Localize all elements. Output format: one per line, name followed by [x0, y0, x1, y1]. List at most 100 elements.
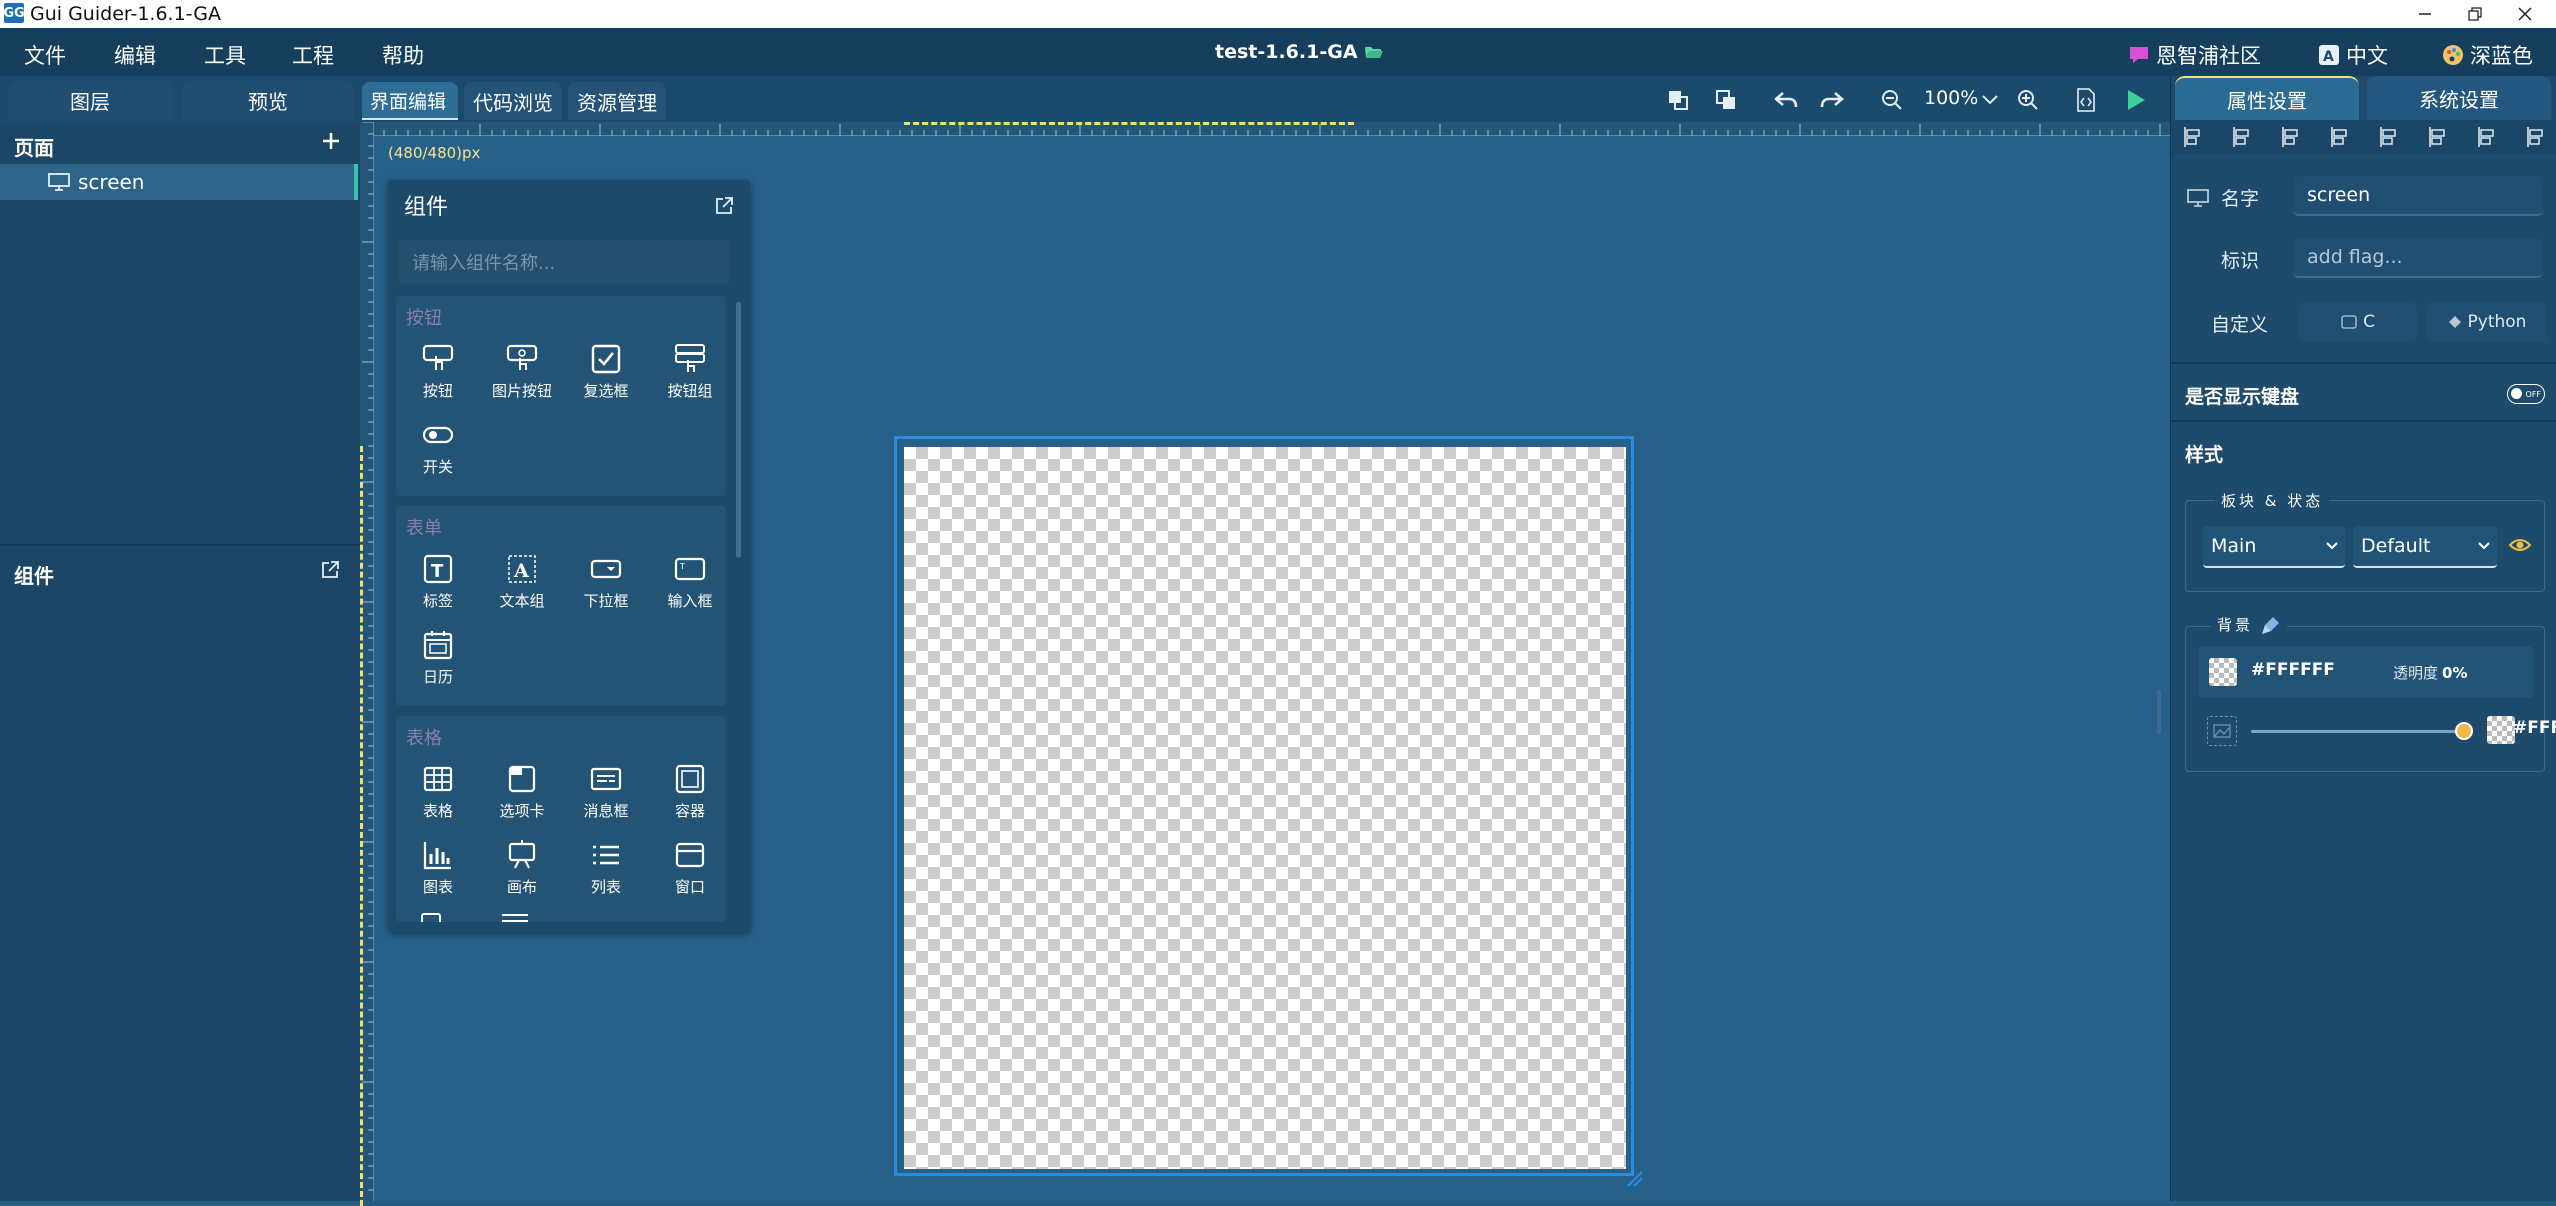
gradient-slider-track[interactable]: [2251, 730, 2463, 733]
widget-list[interactable]: 列表: [566, 838, 646, 906]
theme-switch[interactable]: 深蓝色: [2442, 40, 2533, 70]
widget-window[interactable]: 窗口: [650, 838, 726, 906]
name-label: 名字: [2221, 188, 2260, 210]
bg-color-value[interactable]: #FFFFFF: [2251, 660, 2335, 680]
component-search-input[interactable]: 请输入组件名称...: [398, 240, 730, 284]
opacity-readout[interactable]: 透明度 0%: [2393, 662, 2467, 683]
align-center-v-icon[interactable]: [2380, 127, 2396, 147]
brush-icon[interactable]: [2261, 615, 2281, 635]
undo-icon[interactable]: [1770, 84, 1802, 116]
gradient-image-icon[interactable]: [2207, 716, 2237, 746]
window-icon: [673, 838, 707, 872]
widget-button-group[interactable]: 按钮组: [650, 342, 730, 410]
state-select[interactable]: Default: [2353, 526, 2497, 568]
tab-layers[interactable]: 图层: [8, 80, 172, 120]
zoom-level[interactable]: 100%: [1924, 87, 1978, 109]
flag-label: 标识: [2221, 250, 2260, 272]
widget-container[interactable]: 容器: [650, 762, 726, 830]
group-form: 表单 T 标签 A 文本组 下拉框 T 输入框 日历: [396, 506, 726, 706]
right-panel: 属性设置 系统设置 名字 screen 标识 add flag... 自定义 C…: [2170, 76, 2556, 1201]
python-icon: [2448, 316, 2461, 328]
widget-tabview[interactable]: 选项卡: [482, 762, 562, 830]
monitor-icon: [48, 173, 70, 191]
widget-text-input[interactable]: T 输入框: [650, 552, 730, 620]
left-panel: 页面 screen 组件: [0, 122, 360, 1201]
eye-icon[interactable]: [2509, 535, 2531, 555]
menu-file[interactable]: 文件: [24, 40, 66, 70]
custom-python-button[interactable]: Python: [2427, 302, 2547, 342]
gradient-slider-knob[interactable]: [2455, 722, 2473, 740]
menu-edit[interactable]: 编辑: [114, 40, 156, 70]
partial-widget-icon: [414, 912, 448, 922]
widget-chart[interactable]: 图表: [398, 838, 478, 906]
restore-button[interactable]: [2450, 0, 2500, 28]
widget-button[interactable]: 按钮: [398, 342, 478, 410]
menu-project[interactable]: 工程: [292, 40, 334, 70]
text-input-icon: T: [673, 552, 707, 586]
part-select[interactable]: Main: [2203, 526, 2345, 568]
panel-splitter[interactable]: [2157, 690, 2161, 734]
align-top-icon[interactable]: [2331, 127, 2347, 147]
align-center-h-icon[interactable]: [2233, 127, 2249, 147]
bg-color-swatch[interactable]: [2209, 658, 2237, 686]
popout-icon[interactable]: [714, 196, 734, 216]
widget-checkbox[interactable]: 复选框: [566, 342, 646, 410]
generate-code-icon[interactable]: [2070, 84, 2102, 116]
tab-system-settings[interactable]: 系统设置: [2367, 76, 2551, 120]
keyboard-toggle[interactable]: OFF: [2507, 384, 2545, 404]
grad-color-value[interactable]: #FFFFFF: [2513, 718, 2556, 738]
align-left-icon[interactable]: [2184, 127, 2200, 147]
align-bottom-icon[interactable]: [2429, 127, 2445, 147]
menu-tools[interactable]: 工具: [204, 40, 246, 70]
tab-preview[interactable]: 预览: [182, 80, 354, 120]
component-window-header: 组件: [388, 180, 750, 230]
widget-calendar[interactable]: 日历: [398, 628, 478, 696]
component-scrollbar[interactable]: [736, 302, 741, 558]
tab-resource-mgmt[interactable]: 资源管理: [568, 82, 666, 120]
bring-front-icon[interactable]: [1662, 84, 1694, 116]
opacity-value: 0%: [2442, 663, 2468, 682]
tab-code-browse[interactable]: 代码浏览: [464, 82, 562, 120]
distribute-v-icon[interactable]: [2478, 127, 2494, 147]
popout-icon[interactable]: [320, 560, 340, 580]
group-title: 表单: [406, 518, 442, 539]
distribute-h-icon[interactable]: [2527, 127, 2543, 147]
tabview-icon: [505, 762, 539, 796]
align-right-icon[interactable]: [2282, 127, 2298, 147]
widget-label[interactable]: T 标签: [398, 552, 478, 620]
dropdown-icon: [589, 552, 623, 586]
custom-c-button[interactable]: C: [2299, 302, 2417, 342]
menu-help[interactable]: 帮助: [382, 40, 424, 70]
minimize-button[interactable]: [2400, 0, 2450, 28]
widget-text-area[interactable]: A 文本组: [482, 552, 562, 620]
widget-switch[interactable]: 开关: [398, 418, 478, 486]
tab-ui-edit[interactable]: 界面编辑: [362, 82, 458, 120]
widget-dropdown[interactable]: 下拉框: [566, 552, 646, 620]
close-button[interactable]: [2500, 0, 2550, 28]
name-input[interactable]: screen: [2293, 176, 2543, 216]
flag-input[interactable]: add flag...: [2293, 238, 2543, 278]
svg-text:A: A: [513, 560, 529, 582]
widget-canvas[interactable]: 画布: [482, 838, 562, 906]
zoom-out-icon[interactable]: [1876, 84, 1908, 116]
send-back-icon[interactable]: [1710, 84, 1742, 116]
custom-label: 自定义: [2211, 314, 2269, 336]
resize-handle-icon[interactable]: [1626, 1170, 1644, 1188]
add-page-icon[interactable]: [320, 130, 342, 152]
image-button-icon: [505, 342, 539, 376]
community-link[interactable]: 恩智浦社区: [2128, 40, 2261, 70]
tab-properties[interactable]: 属性设置: [2175, 76, 2359, 120]
widget-table[interactable]: 表格: [398, 762, 478, 830]
zoom-in-icon[interactable]: [2012, 84, 2044, 116]
widget-image-button[interactable]: 图片按钮: [482, 342, 562, 410]
chevron-down-icon[interactable]: [1974, 84, 2006, 116]
partial-widget-icon: [498, 912, 532, 922]
c-file-icon: [2341, 315, 2357, 329]
widget-msgbox[interactable]: 消息框: [566, 762, 646, 830]
screen-canvas[interactable]: [904, 447, 1626, 1169]
redo-icon[interactable]: [1816, 84, 1848, 116]
page-item-screen[interactable]: screen: [0, 164, 358, 200]
language-switch[interactable]: A 中文: [2318, 40, 2388, 70]
run-simulator-icon[interactable]: [2120, 84, 2152, 116]
grad-color-swatch[interactable]: [2487, 716, 2515, 744]
